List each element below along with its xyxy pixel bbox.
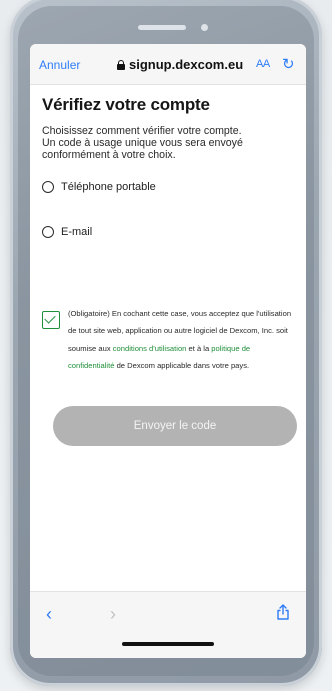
text-size-button[interactable]: AA	[256, 58, 270, 70]
phone-screen: Annuler signup.dexcom.eu AA ↻ Vérifiez v…	[30, 44, 306, 658]
consent-block: (Obligatoire) En cochant cette case, vou…	[42, 305, 294, 375]
share-icon[interactable]	[276, 604, 290, 620]
consent-text-part: et à la	[186, 343, 212, 353]
home-indicator[interactable]	[122, 642, 214, 646]
option-email[interactable]: E-mail	[42, 226, 92, 238]
browser-toolbar: ‹ ›	[30, 591, 306, 658]
option-phone[interactable]: Téléphone portable	[42, 181, 156, 193]
intro-text: Choisissez comment vérifier votre compte…	[42, 125, 294, 161]
consent-text-part: de Dexcom applicable dans votre pays.	[114, 361, 250, 371]
intro-line: Choisissez comment vérifier votre compte…	[42, 125, 242, 137]
radio-button[interactable]	[42, 226, 54, 238]
lock-icon	[117, 59, 125, 70]
chevron-right-icon[interactable]: ›	[110, 604, 116, 625]
chevron-left-icon[interactable]: ‹	[46, 604, 52, 625]
consent-text: (Obligatoire) En cochant cette case, vou…	[68, 305, 294, 375]
url-text: signup.dexcom.eu	[129, 57, 244, 72]
speaker-slot	[138, 25, 186, 30]
option-label: Téléphone portable	[61, 181, 156, 193]
page-title: Vérifiez votre compte	[42, 95, 210, 114]
send-code-button[interactable]: Envoyer le code	[53, 406, 297, 446]
intro-line: conformément à votre choix.	[42, 149, 176, 161]
intro-line: Un code à usage unique vous sera envoyé	[42, 137, 243, 149]
address-field[interactable]: signup.dexcom.eu	[117, 57, 243, 72]
browser-url-bar: Annuler signup.dexcom.eu AA ↻	[30, 44, 306, 85]
cancel-button[interactable]: Annuler	[39, 58, 80, 72]
terms-link[interactable]: conditions d'utilisation	[113, 344, 187, 353]
option-label: E-mail	[61, 226, 93, 238]
front-camera	[201, 24, 208, 31]
consent-checkbox[interactable]	[42, 311, 60, 329]
reload-icon[interactable]: ↻	[282, 55, 295, 73]
radio-button[interactable]	[42, 181, 54, 193]
main-content: Vérifiez votre compte Choisissez comment…	[30, 95, 306, 161]
